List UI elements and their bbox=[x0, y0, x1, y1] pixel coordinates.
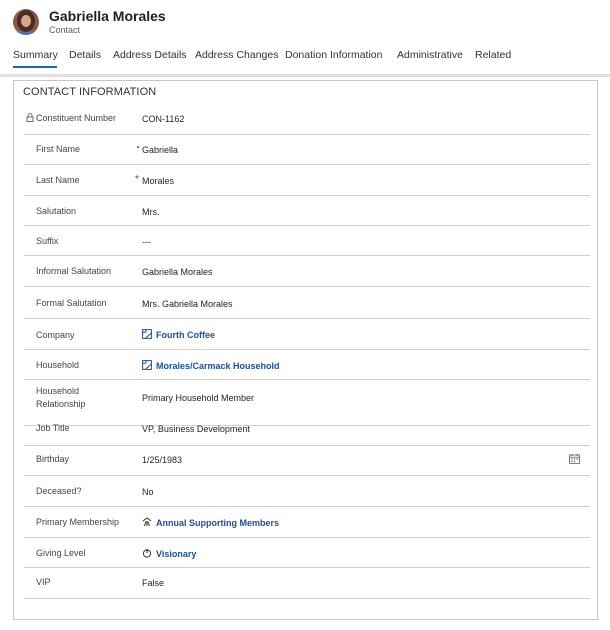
active-tab-indicator bbox=[13, 66, 57, 68]
field-label: Salutation bbox=[36, 206, 77, 216]
formal-salutation-input[interactable]: Mrs. Gabriella Morales bbox=[142, 299, 233, 309]
field-job-title[interactable]: Job Title VP, Business Development bbox=[24, 412, 590, 446]
header-divider bbox=[0, 74, 610, 77]
avatar-image bbox=[13, 9, 39, 35]
tab-list: Summary Details Address Details Address … bbox=[0, 48, 610, 72]
required-indicator: * bbox=[135, 174, 139, 185]
salutation-select[interactable]: Mrs. bbox=[142, 207, 160, 217]
vip-toggle[interactable]: False bbox=[142, 578, 164, 588]
field-last-name[interactable]: Last Name * Morales bbox=[24, 165, 590, 196]
household-relationship-select[interactable]: Primary Household Member bbox=[142, 393, 254, 403]
birthday-date-input[interactable]: 1/25/1983 bbox=[142, 455, 182, 465]
field-value: CON-1162 bbox=[142, 114, 185, 124]
field-formal-salutation[interactable]: Formal Salutation Mrs. Gabriella Morales bbox=[24, 287, 590, 319]
field-household[interactable]: Household Morales/Carmack Household bbox=[24, 350, 590, 380]
household-lookup-link[interactable]: Morales/Carmack Household bbox=[156, 361, 280, 371]
recommended-indicator bbox=[137, 146, 139, 148]
field-label: Household Relationship bbox=[36, 386, 86, 409]
field-label: Suffix bbox=[36, 236, 59, 246]
calendar-icon[interactable] bbox=[569, 454, 580, 464]
field-constituent-number: Constituent Number CON-1162 bbox=[24, 103, 590, 135]
company-lookup-link[interactable]: Fourth Coffee bbox=[156, 330, 215, 340]
field-company[interactable]: Company Fourth Coffee bbox=[24, 319, 590, 350]
field-giving-level[interactable]: Giving Level Visionary bbox=[24, 538, 590, 568]
field-label: Birthday bbox=[36, 454, 70, 464]
tab-summary[interactable]: Summary bbox=[13, 49, 58, 61]
tab-address-details[interactable]: Address Details bbox=[113, 49, 187, 61]
tab-details[interactable]: Details bbox=[69, 49, 101, 61]
account-icon bbox=[142, 360, 152, 370]
field-label: Job Title bbox=[36, 423, 70, 433]
field-label: Deceased? bbox=[36, 486, 82, 496]
deceased-toggle[interactable]: No bbox=[142, 487, 154, 497]
field-label: Last Name bbox=[36, 175, 80, 185]
suffix-select[interactable]: --- bbox=[142, 237, 151, 247]
field-primary-membership[interactable]: Primary Membership Annual Supporting Mem… bbox=[24, 507, 590, 538]
field-label: Constituent Number bbox=[36, 113, 117, 123]
field-label: VIP bbox=[36, 577, 51, 587]
field-label: Household bbox=[36, 360, 80, 370]
section-title: CONTACT INFORMATION bbox=[23, 86, 157, 98]
account-icon bbox=[142, 329, 152, 339]
first-name-input[interactable]: Gabriella bbox=[142, 145, 178, 155]
field-label: Company bbox=[36, 330, 75, 340]
tab-address-changes[interactable]: Address Changes bbox=[195, 49, 278, 61]
field-label: First Name bbox=[36, 144, 81, 154]
field-salutation[interactable]: Salutation Mrs. bbox=[24, 196, 590, 226]
tab-related[interactable]: Related bbox=[475, 49, 511, 61]
field-label: Giving Level bbox=[36, 548, 86, 558]
field-informal-salutation[interactable]: Informal Salutation Gabriella Morales bbox=[24, 256, 590, 287]
record-entity-type: Contact bbox=[49, 25, 81, 35]
job-title-input[interactable]: VP, Business Development bbox=[142, 424, 250, 434]
field-vip[interactable]: VIP False bbox=[24, 568, 590, 599]
giving-level-lookup-link[interactable]: Visionary bbox=[156, 549, 196, 559]
avatar bbox=[13, 9, 39, 35]
field-birthday[interactable]: Birthday 1/25/1983 bbox=[24, 446, 590, 476]
tab-donation-information[interactable]: Donation Information bbox=[285, 49, 382, 61]
field-label: Primary Membership bbox=[36, 517, 120, 527]
record-title: Gabriella Morales bbox=[49, 8, 166, 24]
primary-membership-lookup-link[interactable]: Annual Supporting Members bbox=[156, 518, 279, 528]
membership-icon bbox=[142, 517, 152, 527]
last-name-input[interactable]: Morales bbox=[142, 176, 174, 186]
field-deceased[interactable]: Deceased? No bbox=[24, 476, 590, 507]
field-suffix[interactable]: Suffix --- bbox=[24, 226, 590, 256]
informal-salutation-input[interactable]: Gabriella Morales bbox=[142, 267, 213, 277]
lock-icon bbox=[26, 113, 34, 122]
field-label: Formal Salutation bbox=[36, 298, 107, 308]
giving-level-icon bbox=[142, 549, 152, 558]
record-header: Gabriella Morales Contact Summary Detail… bbox=[0, 0, 610, 78]
field-first-name[interactable]: First Name Gabriella bbox=[24, 135, 590, 165]
tab-administrative[interactable]: Administrative bbox=[397, 49, 463, 61]
field-label: Informal Salutation bbox=[36, 266, 112, 276]
contact-information-section: CONTACT INFORMATION Constituent Number C… bbox=[13, 80, 598, 620]
